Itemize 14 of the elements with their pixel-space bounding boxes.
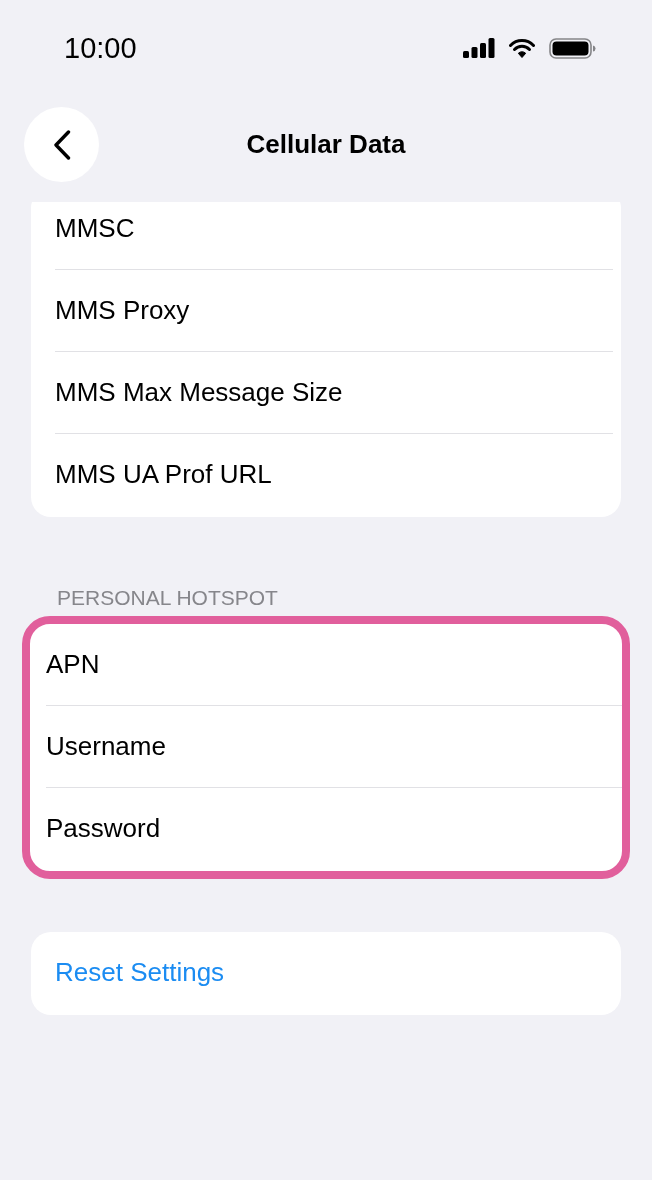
- battery-icon: [549, 37, 596, 59]
- wifi-icon: [509, 38, 535, 58]
- section-header: PERSONAL HOTSPOT: [56, 586, 279, 610]
- chevron-left-icon: [52, 129, 71, 160]
- settings-row[interactable]: MMS UA Prof URL: [31, 434, 621, 515]
- settings-row[interactable]: MMS Max Message Size: [31, 352, 621, 433]
- settings-row[interactable]: APN: [30, 624, 622, 705]
- settings-row[interactable]: MMSC: [31, 202, 621, 269]
- settings-row[interactable]: Username: [30, 706, 622, 787]
- signal-icon: [463, 38, 495, 58]
- status-time: 10:00: [64, 31, 137, 65]
- settings-row[interactable]: MMS Proxy: [31, 270, 621, 351]
- settings-row[interactable]: Password: [30, 788, 622, 869]
- page-title: Cellular Data: [245, 128, 407, 161]
